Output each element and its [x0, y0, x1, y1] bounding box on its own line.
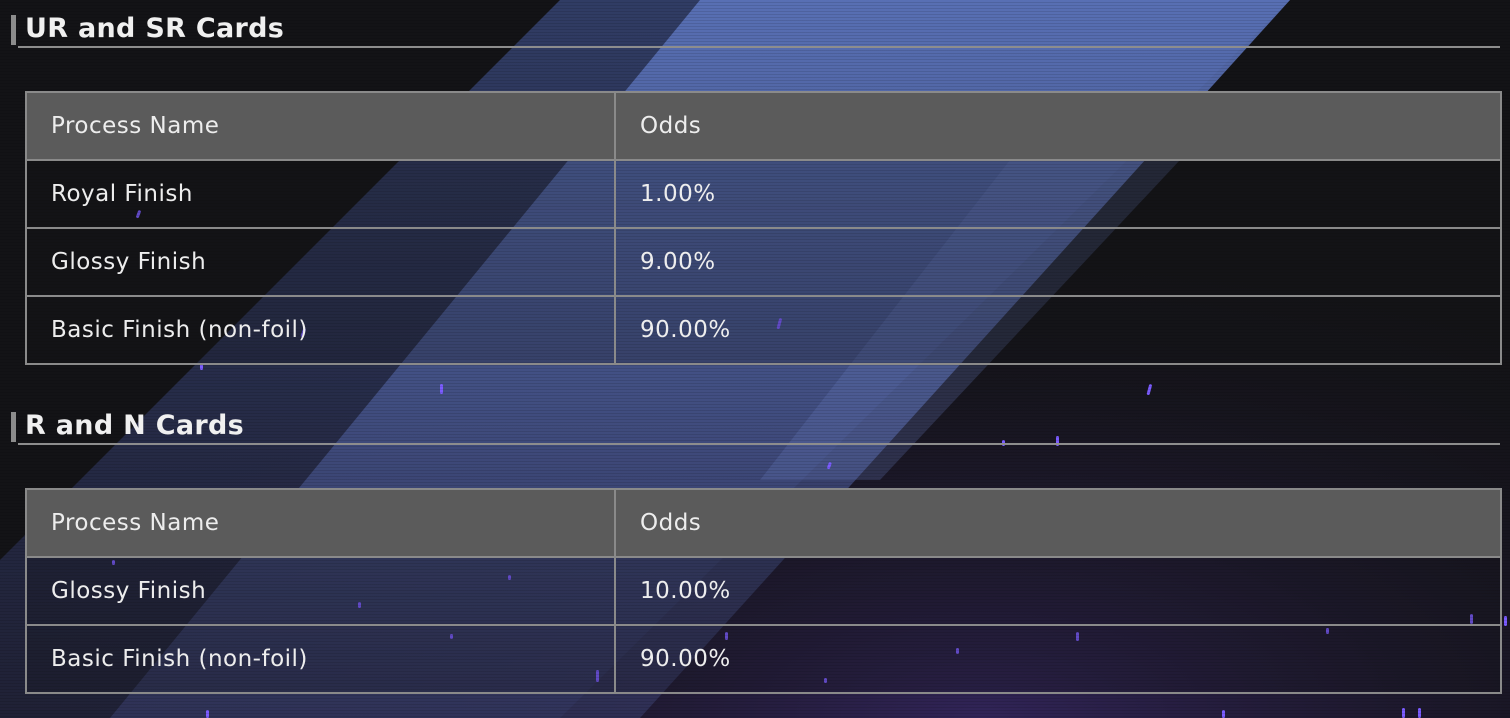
- table-row: Glossy Finish 10.00%: [25, 556, 1502, 626]
- table-row: Glossy Finish 9.00%: [25, 227, 1502, 297]
- process-name-cell: Glossy Finish: [25, 556, 616, 626]
- column-header-odds: Odds: [614, 488, 1502, 558]
- odds-cell: 1.00%: [614, 159, 1502, 229]
- process-name-cell: Royal Finish: [25, 159, 616, 229]
- odds-cell: 9.00%: [614, 227, 1502, 297]
- section-marker: [11, 15, 16, 45]
- odds-table-r-n: Process Name Odds Glossy Finish 10.00% B…: [25, 488, 1502, 694]
- table-row: Basic Finish (non-foil) 90.00%: [25, 295, 1502, 365]
- process-name-cell: Glossy Finish: [25, 227, 616, 297]
- odds-cell: 10.00%: [614, 556, 1502, 626]
- table-header-row: Process Name Odds: [25, 488, 1502, 558]
- process-name-cell: Basic Finish (non-foil): [25, 624, 616, 694]
- section-title: R and N Cards: [25, 410, 245, 441]
- process-name-cell: Basic Finish (non-foil): [25, 295, 616, 365]
- section-divider: [18, 46, 1500, 48]
- odds-cell: 90.00%: [614, 624, 1502, 694]
- column-header-odds: Odds: [614, 91, 1502, 161]
- section-header-ur-sr: UR and SR Cards: [11, 12, 1500, 48]
- table-row: Royal Finish 1.00%: [25, 159, 1502, 229]
- table-row: Basic Finish (non-foil) 90.00%: [25, 624, 1502, 694]
- table-header-row: Process Name Odds: [25, 91, 1502, 161]
- section-header-r-n: R and N Cards: [11, 409, 1500, 445]
- column-header-process-name: Process Name: [25, 91, 616, 161]
- odds-cell: 90.00%: [614, 295, 1502, 365]
- section-divider: [18, 443, 1500, 445]
- column-header-process-name: Process Name: [25, 488, 616, 558]
- odds-page: UR and SR Cards Process Name Odds Royal …: [0, 0, 1510, 718]
- odds-table-ur-sr: Process Name Odds Royal Finish 1.00% Glo…: [25, 91, 1502, 365]
- section-marker: [11, 412, 16, 442]
- section-title: UR and SR Cards: [25, 13, 285, 44]
